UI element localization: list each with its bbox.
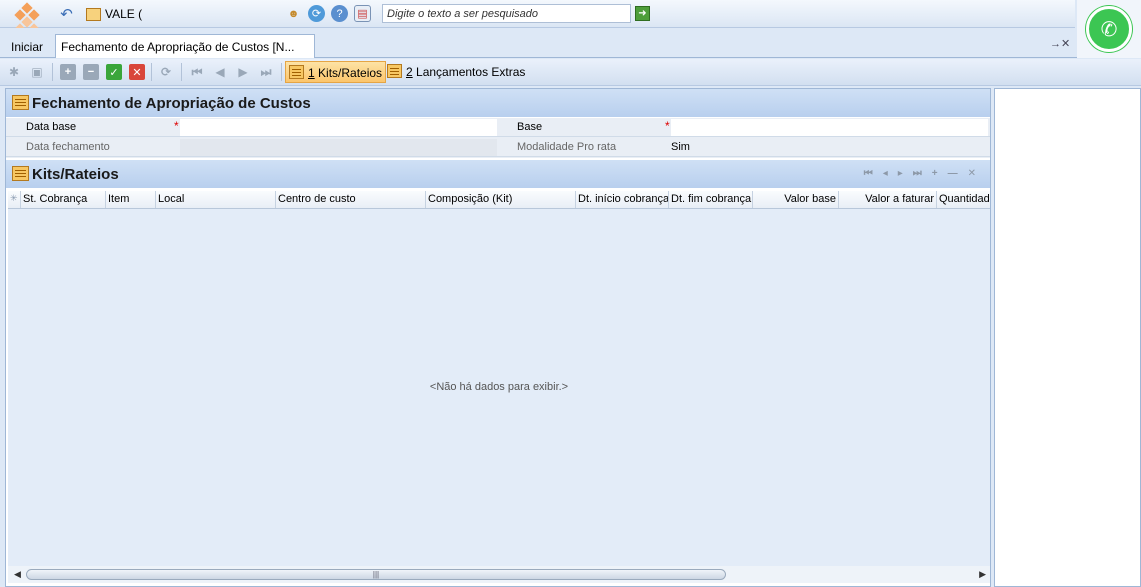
tab-fechamento[interactable]: Fechamento de Apropriação de Custos [N..…	[55, 34, 315, 58]
tab-close-icon[interactable]: →✕	[1050, 37, 1070, 50]
grid-add-icon[interactable]: +	[932, 168, 938, 179]
new-record-icon[interactable]: ✱	[6, 64, 22, 80]
side-panel	[994, 88, 1141, 587]
grid-nav: ⏮ ◂ ▸ ⏭ + — ✕	[864, 168, 976, 179]
undo-icon[interactable]: ↶	[58, 5, 75, 23]
table-icon	[289, 65, 304, 79]
start-tab[interactable]: Iniciar	[11, 40, 43, 54]
table-icon	[387, 64, 402, 78]
grid-body[interactable]: <Não há dados para exibir.>	[8, 209, 990, 566]
calendar-icon[interactable]: ▤	[354, 5, 371, 22]
toolbar-divider	[181, 63, 182, 81]
refresh-icon[interactable]: ⟳	[308, 5, 325, 22]
next-record-icon[interactable]: ▶	[235, 64, 251, 80]
col-quantidade[interactable]: Quantidad	[937, 191, 990, 208]
toolbar-divider	[281, 63, 282, 81]
horizontal-scrollbar[interactable]: ◀ ||| ▶	[8, 566, 990, 583]
top-bar: ↶ VALE ( ☻ ⟳ ? ▤ ➜	[0, 0, 1075, 35]
grid-header: Kits/Rateios ⏮ ◂ ▸ ⏭ + — ✕	[6, 160, 990, 188]
add-icon[interactable]: +	[60, 64, 76, 80]
company-selector[interactable]: VALE (	[86, 5, 142, 23]
grid-column-header: ✳ St. Cobrança Item Local Centro de cust…	[8, 191, 990, 209]
grid-cancel-icon[interactable]: ✕	[968, 168, 976, 179]
search-input[interactable]	[382, 4, 631, 23]
main-panel: Fechamento de Apropriação de Custos Data…	[5, 88, 991, 587]
col-composicao[interactable]: Composição (Kit)	[426, 191, 576, 208]
form-header: Fechamento de Apropriação de Custos	[6, 89, 990, 117]
last-record-icon[interactable]: ⏭	[258, 64, 274, 80]
col-centro-custo[interactable]: Centro de custo	[276, 191, 426, 208]
toolbar-divider	[151, 63, 152, 81]
scroll-thumb[interactable]: |||	[26, 569, 726, 580]
select-all-indicator[interactable]: ✳	[8, 191, 21, 208]
lock-icon[interactable]: ▣	[29, 64, 45, 80]
grid-title: Kits/Rateios	[32, 165, 119, 183]
data-base-input[interactable]	[180, 119, 497, 136]
grid-last-icon[interactable]: ⏭	[913, 168, 922, 179]
sync-icon[interactable]: ⟳	[158, 64, 174, 80]
help-icon[interactable]: ?	[331, 5, 348, 22]
toolbar-divider	[52, 63, 53, 81]
col-dt-fim[interactable]: Dt. fim cobrança	[669, 191, 753, 208]
data-fechamento-label: Data fechamento	[26, 141, 110, 153]
form-area: Data base * Base * Data fechamento Modal…	[6, 118, 990, 158]
remove-icon[interactable]: −	[83, 64, 99, 80]
whatsapp-icon: ✆	[1086, 6, 1132, 52]
table-icon	[12, 95, 29, 110]
prev-record-icon[interactable]: ◀	[212, 64, 228, 80]
col-item[interactable]: Item	[106, 191, 156, 208]
form-title: Fechamento de Apropriação de Custos	[32, 94, 311, 112]
tab-lancamentos-extras[interactable]: 2 Lançamentos Extras	[384, 61, 528, 83]
col-dt-inicio[interactable]: Dt. início cobrança	[576, 191, 669, 208]
form-row: Data fechamento Modalidade Pro rata Sim	[6, 138, 990, 157]
empty-message: <Não há dados para exibir.>	[429, 381, 569, 393]
grid-prev-icon[interactable]: ◂	[883, 168, 888, 179]
required-marker: *	[174, 119, 179, 133]
modalidade-label: Modalidade Pro rata	[517, 141, 617, 153]
grid-next-icon[interactable]: ▸	[898, 168, 903, 179]
col-st-cobranca[interactable]: St. Cobrança	[21, 191, 106, 208]
tab-kits-rateios[interactable]: 1 Kits/Rateios	[285, 61, 387, 83]
company-name: VALE (	[105, 7, 143, 21]
scroll-right-icon[interactable]: ▶	[979, 569, 986, 580]
base-label: Base	[517, 121, 543, 133]
base-input[interactable]	[671, 119, 988, 136]
toolbar: ✱ ▣ + − ✓ ✕ ⟳ ⏮ ◀ ▶ ⏭ 1 Kits/Rateios 2 L…	[0, 59, 1141, 86]
table-icon	[12, 166, 29, 181]
company-icon	[86, 7, 101, 21]
scroll-left-icon[interactable]: ◀	[14, 569, 21, 580]
search-go-icon[interactable]: ➜	[635, 6, 650, 21]
required-marker: *	[665, 119, 670, 133]
first-record-icon[interactable]: ⏮	[189, 64, 205, 80]
col-valor-faturar[interactable]: Valor a faturar	[839, 191, 937, 208]
grid-first-icon[interactable]: ⏮	[864, 168, 873, 179]
users-icon[interactable]: ☻	[285, 5, 302, 22]
whatsapp-button[interactable]: ✆	[1077, 0, 1141, 58]
col-valor-base[interactable]: Valor base	[753, 191, 839, 208]
cancel-icon[interactable]: ✕	[129, 64, 145, 80]
col-local[interactable]: Local	[156, 191, 276, 208]
grid-remove-icon[interactable]: —	[948, 168, 958, 179]
modalidade-value: Sim	[671, 141, 690, 153]
tab-strip: Iniciar Fechamento de Apropriação de Cus…	[0, 28, 1077, 58]
confirm-icon[interactable]: ✓	[106, 64, 122, 80]
data-base-label: Data base	[26, 121, 77, 133]
data-fechamento-field	[180, 139, 497, 156]
form-row: Data base * Base *	[6, 118, 990, 137]
